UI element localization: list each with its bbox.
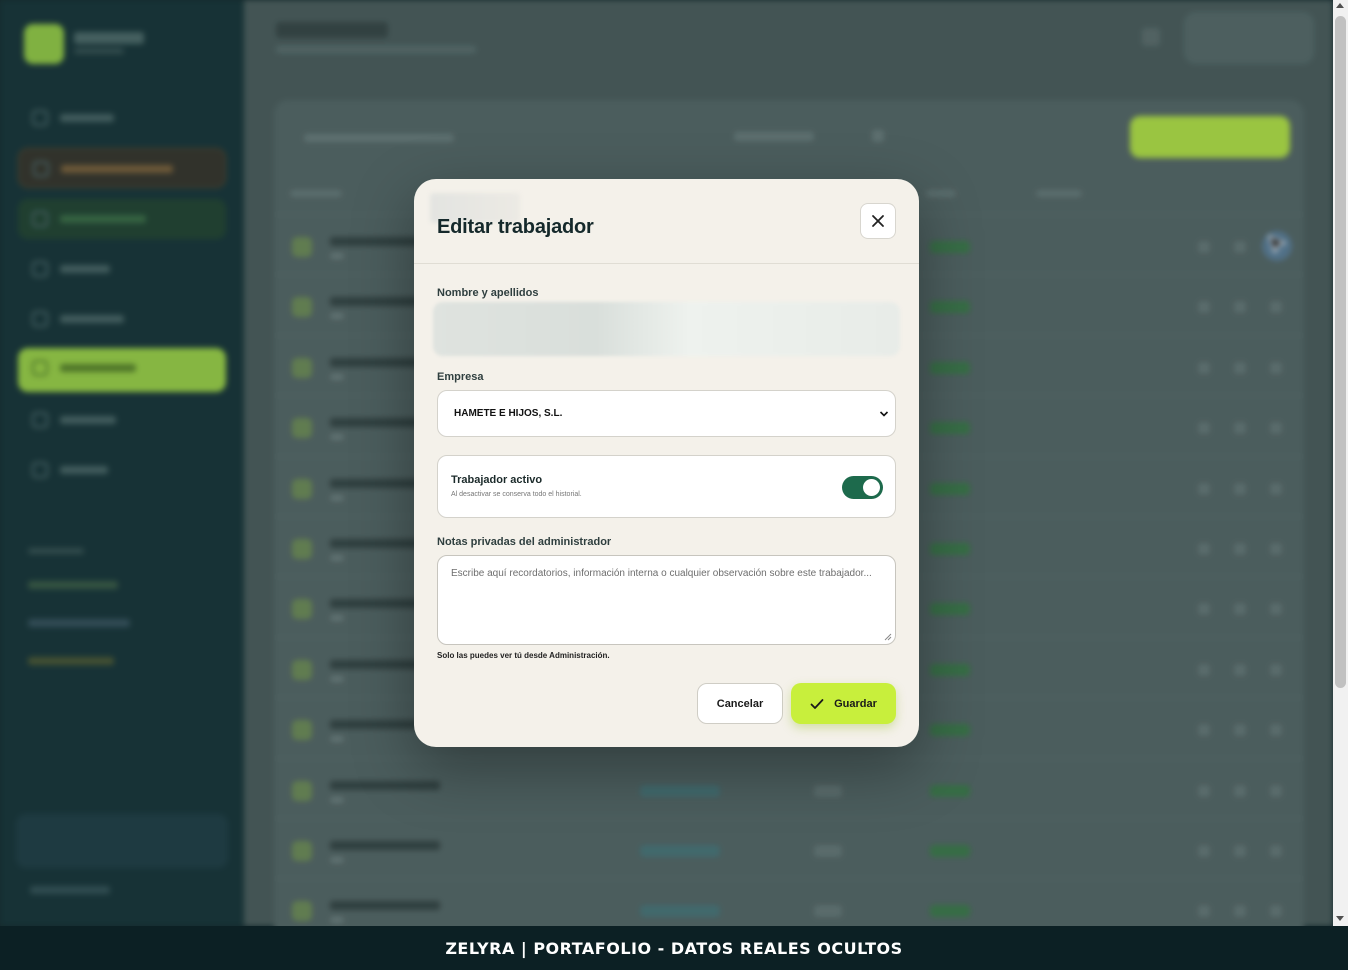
modal-divider	[414, 263, 919, 264]
cancel-button[interactable]: Cancelar	[697, 683, 783, 724]
notes-hint: Solo las puedes ver tú desde Administrac…	[437, 651, 610, 660]
company-select-value: HAMETE E HIJOS, S.L.	[454, 408, 563, 419]
scroll-thumb[interactable]	[1335, 16, 1346, 688]
toggle-knob	[863, 479, 880, 496]
resize-handle-icon[interactable]	[884, 633, 892, 641]
active-toggle[interactable]	[842, 476, 883, 499]
check-icon	[810, 698, 824, 709]
scroll-up-arrow-icon[interactable]	[1336, 3, 1344, 8]
active-switch-subtitle: Al desactivar se conserva todo el histor…	[451, 491, 582, 498]
close-icon	[872, 215, 884, 227]
save-button[interactable]: Guardar	[791, 683, 896, 724]
close-button[interactable]	[860, 203, 896, 239]
cancel-button-label: Cancelar	[716, 697, 764, 710]
notes-label: Notas privadas del administrador	[437, 536, 612, 548]
active-switch-title: Trabajador activo	[451, 474, 543, 486]
company-label: Empresa	[437, 371, 484, 383]
edit-worker-modal: Editar trabajador Nombre y apellidos Emp…	[414, 179, 919, 747]
notes-placeholder: Escribe aquí recordatorios, información …	[451, 568, 872, 579]
modal-title: Editar trabajador	[437, 216, 594, 238]
active-switch-card: Trabajador activo Al desactivar se conse…	[437, 455, 896, 518]
name-label: Nombre y apellidos	[437, 287, 539, 299]
scroll-down-arrow-icon[interactable]	[1336, 916, 1344, 921]
name-field-redacted[interactable]	[433, 302, 900, 356]
chevron-down-icon	[879, 411, 889, 417]
page-scrollbar[interactable]	[1333, 0, 1348, 926]
company-select[interactable]: HAMETE E HIJOS, S.L.	[437, 390, 896, 437]
notes-textarea[interactable]: Escribe aquí recordatorios, información …	[437, 555, 896, 645]
save-button-label: Guardar	[834, 697, 877, 710]
portfolio-banner: ZELYRA | PORTAFOLIO - DATOS REALES OCULT…	[0, 926, 1348, 970]
